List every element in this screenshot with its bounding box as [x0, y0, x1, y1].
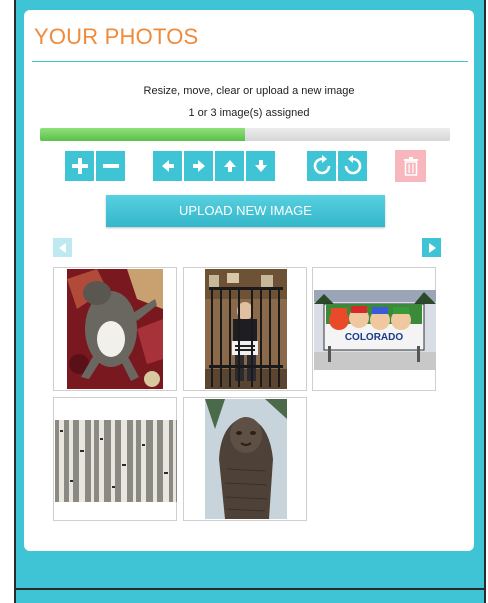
- photo-thumbnail-bigfoot-statue[interactable]: [183, 397, 307, 521]
- arrow-left-icon: [58, 242, 66, 253]
- assignment-progress-bar: [40, 128, 450, 141]
- move-right-button[interactable]: [183, 150, 214, 182]
- previous-page-button[interactable]: [53, 238, 72, 257]
- move-down-button[interactable]: [245, 150, 276, 182]
- move-up-button[interactable]: [214, 150, 245, 182]
- photo-thumbnail-cat-on-rug[interactable]: [53, 267, 177, 391]
- photos-panel: YOUR PHOTOS Resize, move, clear or uploa…: [24, 10, 474, 551]
- rotate-clockwise-icon: [313, 155, 330, 175]
- zoom-in-icon: [71, 158, 88, 174]
- move-down-icon: [254, 160, 267, 172]
- move-controls: [152, 150, 276, 182]
- zoom-in-button[interactable]: [64, 150, 95, 182]
- photo-thumbnail-man-in-jail-cell[interactable]: [183, 267, 307, 391]
- rotate-counterclockwise-icon: [344, 155, 361, 175]
- upload-new-image-button[interactable]: UPLOAD NEW IMAGE: [106, 195, 385, 227]
- photo-south-park-colorado-sign: COLORADO: [314, 290, 436, 370]
- rotate-counterclockwise-button[interactable]: [337, 150, 368, 182]
- photo-thumbnail-birch-forest[interactable]: [53, 397, 177, 521]
- rotate-controls: [306, 150, 368, 182]
- move-right-icon: [192, 160, 205, 172]
- title-divider: [32, 61, 468, 62]
- photo-thumbnail-south-park-colorado-sign[interactable]: COLORADO: [312, 267, 436, 391]
- rotate-clockwise-button[interactable]: [306, 150, 337, 182]
- panel-title: YOUR PHOTOS: [34, 24, 199, 49]
- move-left-button[interactable]: [152, 150, 183, 182]
- assigned-count-text: 1 or 3 image(s) assigned: [188, 107, 310, 119]
- move-left-icon: [161, 160, 174, 172]
- photo-cat-on-rug: [67, 269, 163, 389]
- delete-image-button[interactable]: [395, 150, 426, 182]
- progress-fill: [40, 128, 245, 141]
- next-page-button[interactable]: [422, 238, 441, 257]
- arrow-right-icon: [428, 242, 436, 253]
- photo-birch-forest: [55, 420, 177, 502]
- move-up-icon: [223, 160, 236, 172]
- photo-man-in-jail-cell: [205, 269, 287, 389]
- photo-bigfoot-statue: [205, 399, 287, 519]
- zoom-out-button[interactable]: [95, 150, 126, 182]
- trash-icon: [403, 157, 418, 176]
- colorado-sign-text: COLORADO: [345, 332, 404, 343]
- instructions-text: Resize, move, clear or upload a new imag…: [143, 85, 355, 97]
- frame-divider: [14, 588, 486, 590]
- zoom-out-icon: [102, 164, 119, 168]
- zoom-controls: [64, 150, 126, 182]
